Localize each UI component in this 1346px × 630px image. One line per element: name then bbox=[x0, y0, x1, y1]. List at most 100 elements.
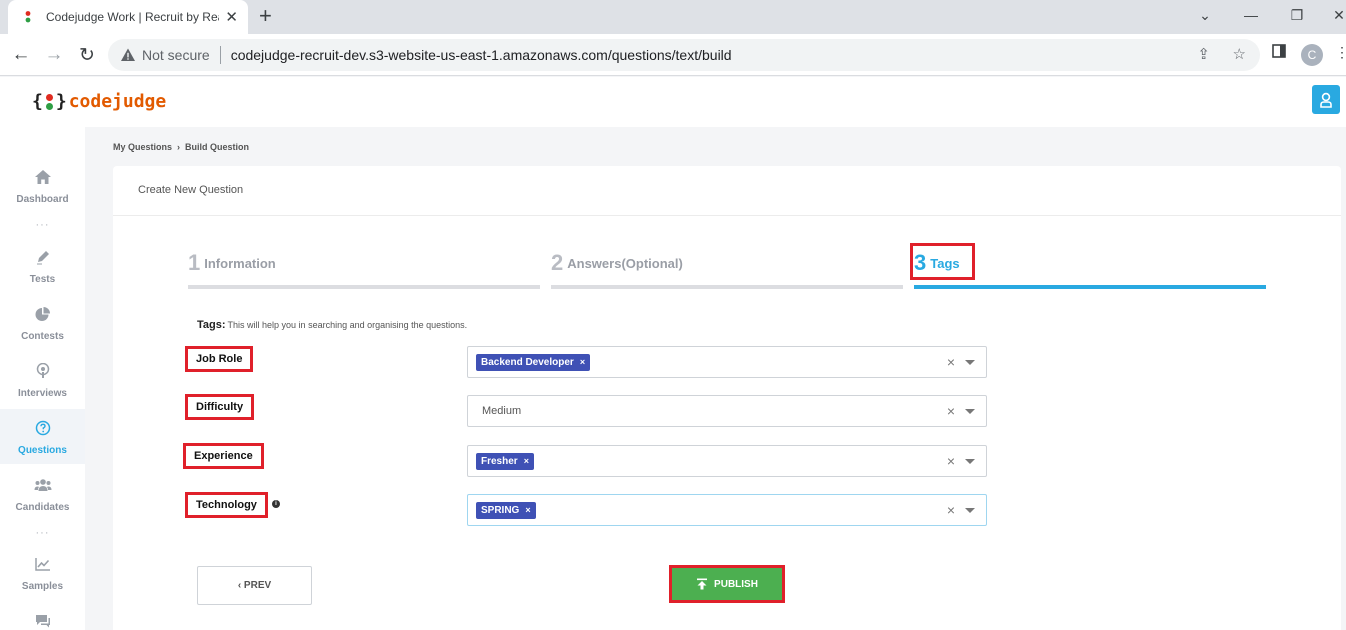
publish-button[interactable]: PUBLISH bbox=[669, 565, 785, 603]
clear-icon[interactable]: × bbox=[947, 403, 955, 419]
sidebar-item-contests[interactable]: Contests bbox=[0, 306, 85, 344]
chip-remove-icon[interactable]: × bbox=[525, 505, 530, 515]
step-progress-bar bbox=[914, 285, 1266, 289]
job-role-chip: Backend Developer × bbox=[476, 353, 591, 371]
upload-icon bbox=[697, 578, 708, 590]
job-role-select[interactable]: Backend Developer × × bbox=[467, 346, 987, 378]
sidebar-divider-dots: ··· bbox=[35, 527, 50, 539]
sidebar-item-label: Dashboard bbox=[16, 194, 69, 205]
restore-icon[interactable]: ❐ bbox=[1274, 0, 1320, 30]
sidebar-item-dashboard[interactable]: Dashboard bbox=[0, 169, 85, 207]
tags-intro: Tags: This will help you in searching and… bbox=[197, 319, 467, 331]
step-progress-bar bbox=[551, 285, 903, 289]
breadcrumb-separator: › bbox=[177, 142, 181, 152]
job-role-label: Job Role bbox=[185, 346, 254, 372]
sidebar-item-label: Questions bbox=[18, 445, 67, 456]
not-secure-label: Not secure bbox=[142, 47, 210, 63]
clear-icon[interactable]: × bbox=[947, 453, 955, 469]
browser-tab[interactable]: Codejudge Work | Recruit by Real ✕ bbox=[8, 0, 248, 34]
app-header: { } codejudge bbox=[0, 77, 1346, 127]
sidebar-item-tests[interactable]: Tests bbox=[0, 249, 85, 287]
technology-chip: SPRING × bbox=[476, 501, 536, 519]
close-window-icon[interactable]: ✕ bbox=[1316, 0, 1346, 30]
profile-avatar[interactable]: C bbox=[1301, 44, 1323, 66]
chip-remove-icon[interactable]: × bbox=[524, 456, 529, 466]
home-icon bbox=[34, 170, 51, 184]
experience-chip: Fresher × bbox=[476, 452, 534, 470]
user-profile-button[interactable] bbox=[1312, 85, 1340, 114]
technology-select[interactable]: SPRING × × bbox=[467, 494, 987, 526]
sidebar-item-questions[interactable]: Questions bbox=[0, 409, 85, 464]
breadcrumb-my-questions[interactable]: My Questions bbox=[113, 142, 172, 152]
step-answers[interactable]: 2 Answers(Optional) bbox=[551, 250, 903, 290]
dropdown-caret-icon[interactable] bbox=[965, 409, 975, 414]
address-separator bbox=[219, 46, 221, 64]
step-number: 2 bbox=[551, 250, 564, 275]
prev-button[interactable]: ‹ PREV bbox=[197, 566, 312, 605]
share-icon[interactable]: ⇪ bbox=[1197, 45, 1210, 63]
chip-remove-icon[interactable]: × bbox=[580, 357, 585, 367]
difficulty-select[interactable]: Medium × bbox=[467, 395, 987, 427]
side-panel-icon[interactable] bbox=[1272, 44, 1286, 63]
step-information[interactable]: 1 Information bbox=[188, 250, 540, 290]
users-icon bbox=[34, 479, 51, 491]
logo-brace-close: } bbox=[55, 91, 67, 112]
chip-label: Backend Developer bbox=[481, 356, 574, 368]
tags-label: Tags: bbox=[197, 319, 226, 331]
clear-icon[interactable]: × bbox=[947, 502, 955, 518]
minimize-icon[interactable]: — bbox=[1228, 0, 1274, 30]
line-chart-icon bbox=[34, 558, 50, 571]
question-builder-card: Create New Question 1 Information 2 Answer… bbox=[113, 166, 1341, 630]
experience-label: Experience bbox=[183, 443, 264, 469]
chat-icon bbox=[35, 615, 50, 628]
sidebar-item-label: Candidates bbox=[15, 502, 70, 513]
sidebar-divider-dots: ··· bbox=[35, 219, 50, 231]
podcast-icon bbox=[36, 363, 49, 378]
pencil-icon bbox=[36, 251, 49, 265]
publish-button-content: PUBLISH bbox=[696, 578, 758, 590]
reload-icon[interactable]: ↻ bbox=[74, 42, 100, 68]
sidebar-item-label: Samples bbox=[21, 581, 64, 592]
question-circle-icon bbox=[35, 420, 50, 436]
dropdown-caret-icon[interactable] bbox=[965, 360, 975, 365]
sidebar-item-label: Interviews bbox=[18, 388, 67, 399]
user-icon bbox=[1320, 92, 1332, 108]
card-title: Create New Question bbox=[138, 184, 244, 196]
new-tab-icon[interactable]: + bbox=[259, 4, 272, 28]
forward-icon[interactable]: → bbox=[41, 42, 67, 68]
breadcrumb: My Questions › Build Question bbox=[113, 142, 249, 152]
url-text[interactable]: codejudge-recruit-dev.s3-website-us-east… bbox=[231, 47, 732, 63]
step-number: 1 bbox=[188, 250, 201, 275]
address-bar[interactable]: Not secure codejudge-recruit-dev.s3-webs… bbox=[108, 39, 1260, 71]
warning-icon bbox=[121, 48, 135, 61]
back-icon[interactable]: ← bbox=[8, 42, 34, 68]
dropdown-caret-icon[interactable] bbox=[965, 459, 975, 464]
sidebar-item-label: Tests bbox=[29, 274, 56, 285]
sidebar-item-messages[interactable] bbox=[0, 613, 85, 630]
experience-select[interactable]: Fresher × × bbox=[467, 445, 987, 477]
codejudge-logo[interactable]: { } codejudge bbox=[32, 91, 166, 112]
pie-chart-icon bbox=[35, 307, 50, 321]
breadcrumb-build-question: Build Question bbox=[185, 142, 250, 152]
technology-label: Technology bbox=[185, 492, 268, 518]
logo-text: codejudge bbox=[68, 91, 167, 112]
logo-dots-icon bbox=[45, 93, 53, 111]
chip-label: Fresher bbox=[481, 455, 518, 467]
sidebar-item-label: Contests bbox=[21, 331, 64, 342]
tab-search-chevron-icon[interactable]: ⌄ bbox=[1182, 0, 1228, 30]
step-name: Answers(Optional) bbox=[567, 255, 683, 271]
sidebar-item-interviews[interactable]: Interviews bbox=[0, 363, 85, 401]
tags-help-text: This will help you in searching and orga… bbox=[227, 320, 468, 330]
clear-icon[interactable]: × bbox=[947, 354, 955, 370]
bookmark-star-icon[interactable]: ☆ bbox=[1233, 45, 1246, 63]
tab-close-icon[interactable]: ✕ bbox=[225, 8, 238, 26]
info-icon[interactable]: i bbox=[272, 500, 280, 508]
step-name: Information bbox=[204, 255, 276, 271]
dropdown-caret-icon[interactable] bbox=[965, 508, 975, 513]
difficulty-value: Medium bbox=[482, 405, 522, 417]
browser-menu-icon[interactable]: ⋮ bbox=[1335, 44, 1346, 61]
chip-label: SPRING bbox=[481, 504, 520, 516]
sidebar-item-candidates[interactable]: Candidates bbox=[0, 477, 85, 515]
sidebar: Dashboard ··· Tests Contests Interviews … bbox=[0, 127, 85, 630]
sidebar-item-samples[interactable]: Samples bbox=[0, 556, 85, 594]
